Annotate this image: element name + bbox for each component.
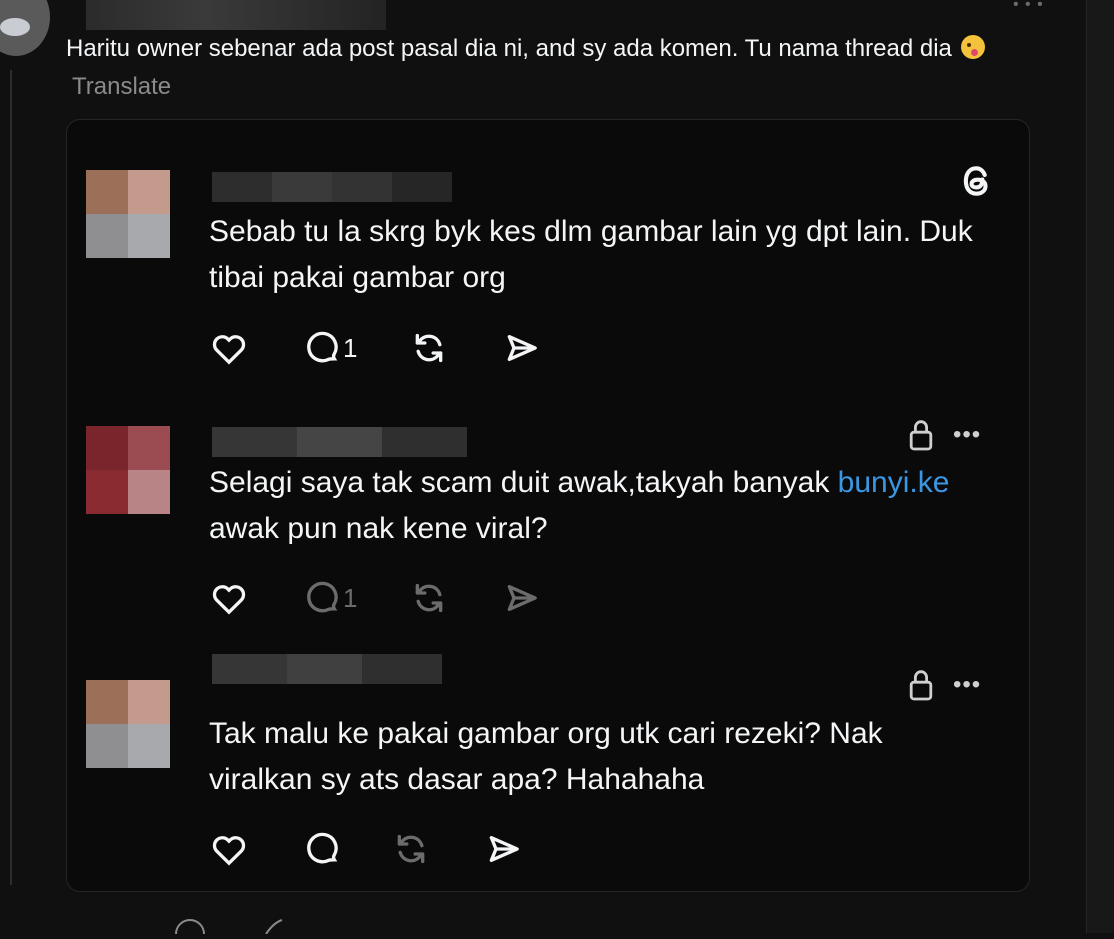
reply-3-text: Tak malu ke pakai gambar org utk cari re… <box>209 717 883 796</box>
share-icon[interactable] <box>501 328 541 368</box>
comment-icon[interactable] <box>301 829 341 869</box>
reply-2-actions: 1 <box>209 578 541 618</box>
top-more-icon[interactable]: • • • <box>1013 0 1044 13</box>
reply-2-text: Selagi saya tak scam duit awak,takyah ba… <box>209 460 989 552</box>
reply-1-text: Sebab tu la skrg byk kes dlm gambar lain… <box>209 215 973 294</box>
post-author-avatar[interactable] <box>0 0 50 56</box>
post-body: Haritu owner sebenar ada post pasal dia … <box>66 35 952 62</box>
reply-2-text-end: awak pun nak kene viral? <box>209 512 548 545</box>
translate-link[interactable]: Translate <box>72 73 171 100</box>
more-icon[interactable]: ••• <box>953 423 981 447</box>
reply-2-link[interactable]: bunyi.ke <box>838 466 950 499</box>
reply-3-meta: ••• <box>907 668 981 702</box>
share-icon[interactable] <box>483 829 523 869</box>
heart-icon[interactable] <box>209 328 249 368</box>
reply-1-username-blurred[interactable] <box>212 172 452 202</box>
more-icon[interactable]: ••• <box>953 673 981 697</box>
reply-3-actions <box>209 829 523 869</box>
reply-2-username-blurred[interactable] <box>212 427 467 457</box>
post-text: Haritu owner sebenar ada post pasal dia … <box>66 30 1056 106</box>
comment-icon[interactable] <box>301 328 341 368</box>
reply-1-actions: 1 <box>209 328 541 368</box>
reply-3-username-blurred[interactable] <box>212 654 442 684</box>
threads-logo-icon[interactable] <box>957 162 995 200</box>
reply-2-text-start: Selagi saya tak scam duit awak,takyah ba… <box>209 466 838 499</box>
repost-icon[interactable] <box>391 829 431 869</box>
heart-icon[interactable] <box>209 578 249 618</box>
repost-icon[interactable] <box>409 578 449 618</box>
thread-line <box>10 70 12 885</box>
comment-icon[interactable] <box>301 578 341 618</box>
winking-tongue-emoji <box>960 35 985 59</box>
repost-icon[interactable] <box>409 328 449 368</box>
heart-icon[interactable] <box>209 829 249 869</box>
quoted-thread-card[interactable]: Sebab tu la skrg byk kes dlm gambar lain… <box>66 119 1030 892</box>
reply-1-avatar-pixelated[interactable] <box>86 170 170 258</box>
share-icon[interactable] <box>501 578 541 618</box>
reply-2-meta: ••• <box>907 418 981 452</box>
reply-2-comment-count: 1 <box>343 582 358 613</box>
post-author-name-blurred <box>86 0 386 30</box>
right-scroll-panel <box>1086 0 1114 933</box>
reply-3-avatar-pixelated[interactable] <box>86 680 170 768</box>
reply-2-avatar-pixelated[interactable] <box>86 426 170 514</box>
lock-icon <box>907 668 935 702</box>
next-post-actions-partial <box>170 918 290 939</box>
reply-1-comment-count: 1 <box>343 332 358 363</box>
lock-icon <box>907 418 935 452</box>
